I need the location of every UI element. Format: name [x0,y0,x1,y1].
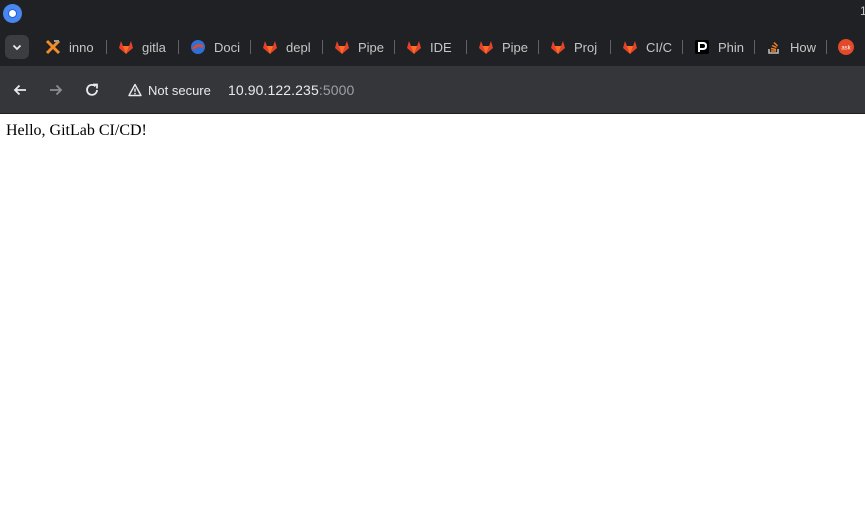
gitlab-icon [118,39,134,55]
tab-label: Pipe [502,39,528,55]
tab-divider [754,40,755,54]
window-title-bar: 1 [0,0,865,28]
tab-phin[interactable]: Phin [694,36,744,58]
corner-mark: 1 [860,4,865,18]
tab-divider [178,40,179,54]
tab-divider [682,40,683,54]
back-button[interactable] [8,78,32,102]
tab-search-button[interactable] [5,35,29,59]
tab-divider [610,40,611,54]
tab-divider [322,40,323,54]
tab-pipelines-2[interactable]: Pipe [478,36,528,58]
tab-label: Proj [574,39,598,55]
stackoverflow-icon [766,39,782,55]
warning-icon [128,83,142,97]
security-label: Not secure [148,82,211,98]
gitlab-icon [262,39,278,55]
tab-ask[interactable]: ask [838,36,865,58]
browser-toolbar: Not secure 10.90.122.235:5000 [0,66,865,113]
x-logo-icon [45,39,61,55]
ask-badge-icon: ask [838,39,854,55]
url-host: 10.90.122.235 [228,82,319,98]
tab-label: Pipe [358,39,384,55]
tab-divider [466,40,467,54]
p-square-icon [694,39,710,55]
tab-strip: inno gitla Doci depl Pipe IDE Pipe Proj … [0,28,865,66]
address-bar[interactable]: Not secure 10.90.122.235:5000 [118,74,865,106]
arrow-right-icon [50,84,63,96]
tab-inno[interactable]: inno [45,36,95,58]
tab-divider [538,40,539,54]
tab-how[interactable]: How [766,36,816,58]
gitlab-icon [406,39,422,55]
tab-label: gitla [142,39,166,55]
tab-ide[interactable]: IDE [406,36,456,58]
gitlab-icon [478,39,494,55]
page-viewport: Hello, GitLab CI/CD! [0,114,865,516]
gitlab-icon [334,39,350,55]
tab-label: depl [286,39,311,55]
tab-label: Phin [718,39,744,55]
tab-cicd[interactable]: CI/C [622,36,672,58]
tab-label: How [790,39,816,55]
tab-deploy[interactable]: depl [262,36,312,58]
tab-divider [394,40,395,54]
tab-label: CI/C [646,39,672,55]
chrome-logo-icon[interactable] [3,4,22,23]
tab-label: Doci [214,39,240,55]
page-body-text: Hello, GitLab CI/CD! [6,122,147,139]
reload-button[interactable] [80,78,104,102]
arrow-left-icon [13,84,26,96]
url-text[interactable]: 10.90.122.235:5000 [228,82,354,98]
tab-divider [826,40,827,54]
forward-button[interactable] [44,78,68,102]
url-port: :5000 [318,82,355,98]
tab-label: inno [69,39,94,55]
tab-pipelines[interactable]: Pipe [334,36,384,58]
tab-project[interactable]: Proj [550,36,600,58]
tab-docs[interactable]: Doci [190,36,240,58]
gitlab-icon [550,39,566,55]
gitlab-icon [622,39,638,55]
ask-badge-text: ask [841,46,851,52]
tab-label: IDE [430,39,452,55]
tab-gitlab[interactable]: gitla [118,36,168,58]
chevron-down-icon [12,44,22,51]
tab-divider [106,40,107,54]
docs-circle-icon [190,39,206,55]
tab-divider [250,40,251,54]
reload-icon [86,83,98,96]
site-info-button[interactable]: Not secure [128,81,211,99]
